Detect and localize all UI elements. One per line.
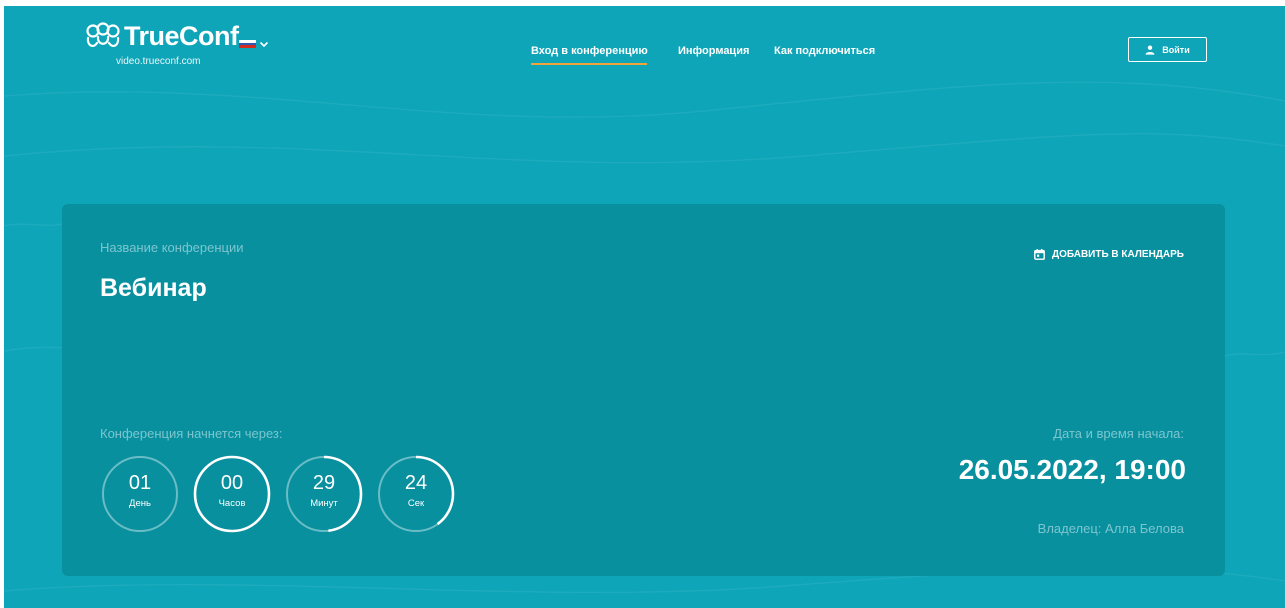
add-to-calendar-label: ДОБАВИТЬ В КАЛЕНДАРЬ: [1052, 249, 1184, 260]
countdown-days: 01 День: [100, 454, 180, 534]
page-viewport: TrueConf video.trueconf.com Вход в конфе…: [4, 6, 1285, 608]
language-selector[interactable]: [239, 40, 269, 49]
chevron-down-icon: [259, 41, 269, 48]
conference-name-label: Название конференции: [100, 240, 244, 255]
trueconf-logo-icon: [86, 22, 120, 47]
nav-item-join-conference[interactable]: Вход в конференцию: [531, 45, 648, 57]
conference-owner: Владелец: Алла Белова: [1037, 521, 1184, 536]
brand-name: TrueConf: [124, 21, 239, 51]
nav-item-how-to-connect[interactable]: Как подключиться: [774, 45, 875, 57]
countdown-minutes-value: 29: [312, 472, 336, 494]
login-label: Войти: [1162, 44, 1190, 55]
brand-logo[interactable]: TrueConf video.trueconf.com: [84, 22, 239, 67]
start-datetime-label: Дата и время начала:: [1053, 426, 1184, 441]
countdown-seconds: 24 Сек: [376, 454, 456, 534]
countdown-minutes-unit: Минут: [310, 498, 338, 509]
countdown-hours-value: 00: [220, 472, 244, 494]
conference-title: Вебинар: [100, 274, 207, 302]
nav-item-information[interactable]: Информация: [678, 45, 749, 57]
countdown-label: Конференция начнется через:: [100, 426, 283, 441]
start-datetime-value: 26.05.2022, 19:00: [958, 454, 1186, 485]
login-button[interactable]: Войти: [1128, 37, 1207, 62]
russian-flag-icon: [239, 40, 256, 49]
countdown-seconds-value: 24: [404, 472, 428, 494]
active-nav-indicator: [531, 63, 647, 65]
brand-domain: video.trueconf.com: [116, 56, 201, 67]
add-to-calendar-button[interactable]: ДОБАВИТЬ В КАЛЕНДАРЬ: [1034, 249, 1184, 260]
countdown-hours-unit: Часов: [218, 498, 246, 509]
countdown-minutes: 29 Минут: [284, 454, 364, 534]
countdown-days-value: 01: [128, 472, 152, 494]
conference-card: Название конференции Вебинар ДОБАВИТЬ В …: [62, 204, 1225, 576]
countdown-days-unit: День: [129, 498, 151, 509]
calendar-icon: [1034, 249, 1045, 260]
countdown-timer: 01 День 00 Часов 29 Минут 24 Сек: [100, 454, 460, 534]
user-icon: [1145, 45, 1155, 55]
countdown-hours-progress: [193, 455, 271, 533]
countdown-hours: 00 Часов: [192, 454, 272, 534]
countdown-seconds-unit: Сек: [407, 498, 425, 509]
flag-stripe-red: [239, 45, 256, 49]
